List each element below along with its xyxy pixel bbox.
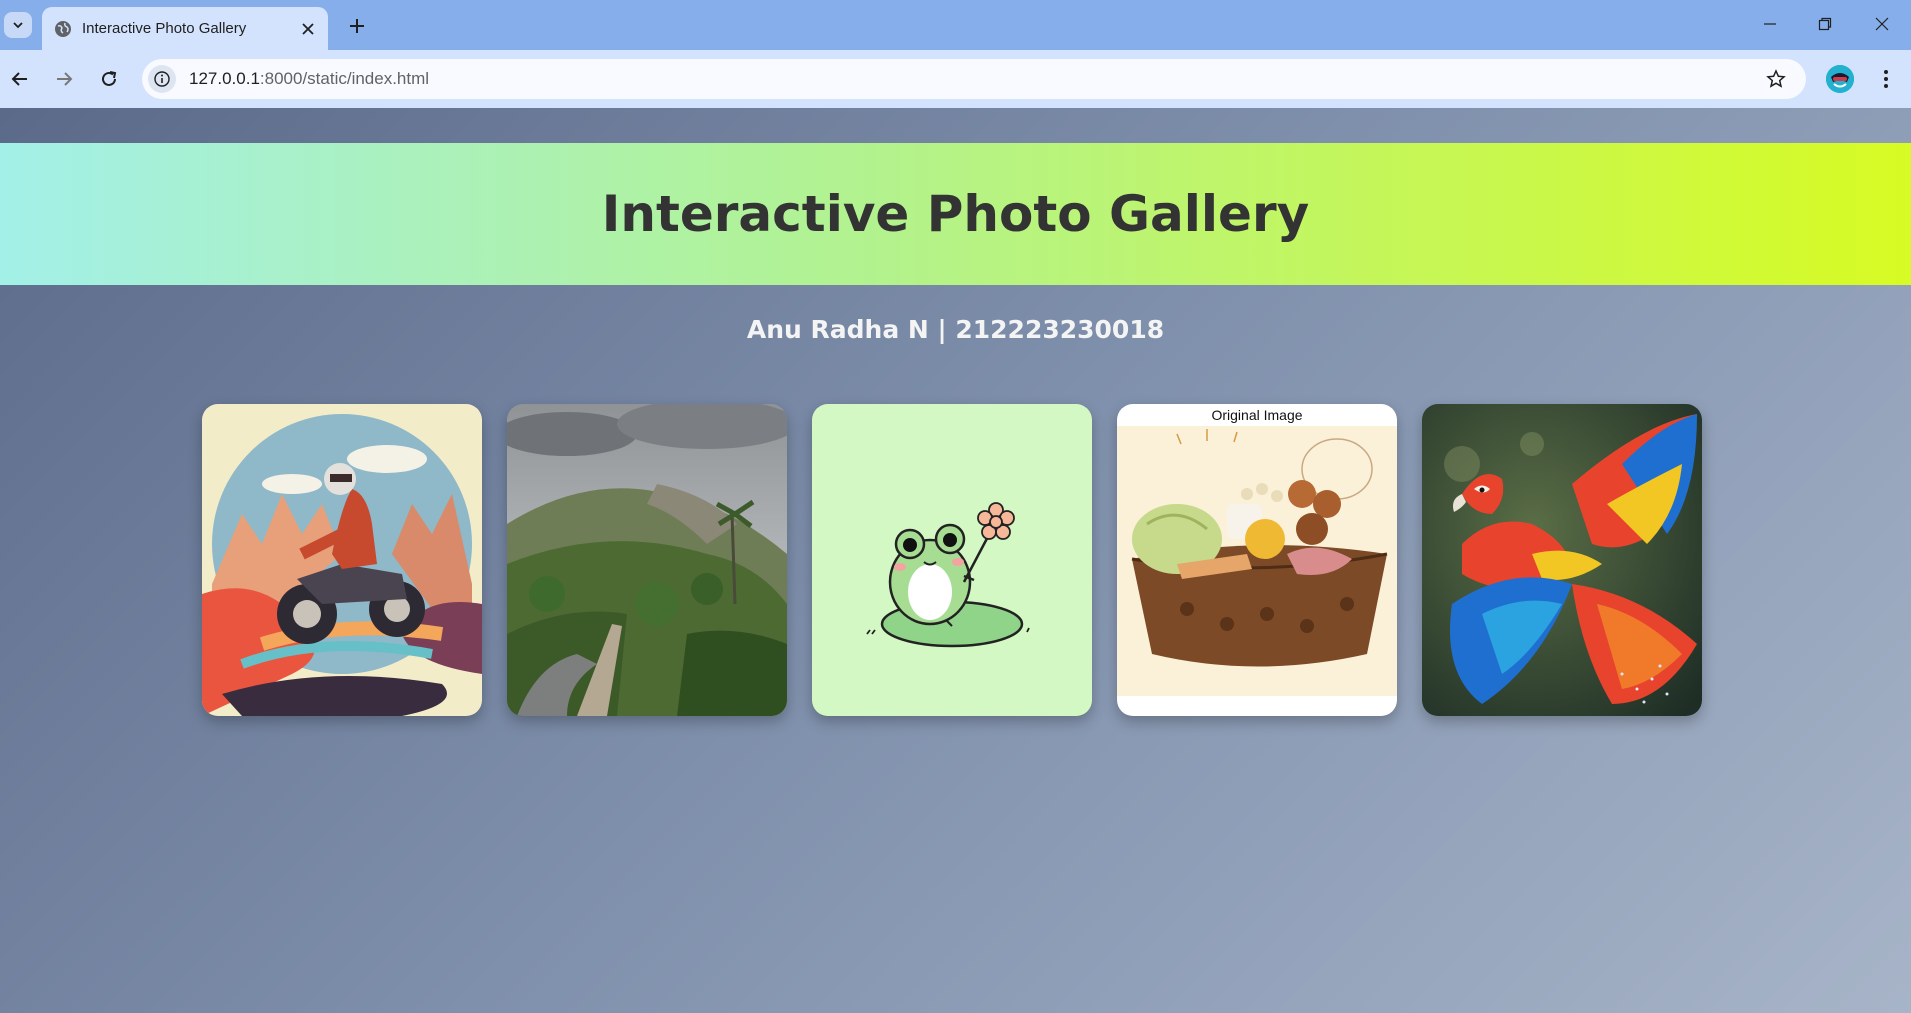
bookmark-button[interactable]: [1764, 67, 1788, 91]
gallery-item-hillside[interactable]: [507, 404, 787, 716]
plus-icon: [350, 19, 364, 33]
motorcycle-rider-image: [202, 404, 482, 716]
page-viewport: Interactive Photo Gallery Anu Radha N | …: [0, 108, 1911, 1013]
url-host: 127.0.0.1: [189, 69, 260, 88]
minimize-button[interactable]: [1755, 10, 1785, 38]
close-icon: [1875, 17, 1889, 31]
restore-button[interactable]: [1810, 10, 1840, 38]
browser-tabstrip: Interactive Photo Gallery: [0, 0, 1911, 50]
star-icon: [1766, 69, 1786, 88]
arrow-left-icon: [11, 72, 27, 86]
page-title: Interactive Photo Gallery: [601, 185, 1310, 243]
arrow-right-icon: [57, 72, 73, 86]
author-subtitle: Anu Radha N | 212223230018: [746, 315, 1165, 344]
back-button[interactable]: [6, 65, 34, 93]
gallery-item-motorcycle[interactable]: [202, 404, 482, 716]
url-text: 127.0.0.1:8000/static/index.html: [189, 69, 429, 89]
frog-with-flower-image: [812, 404, 1092, 716]
reload-icon: [102, 71, 117, 86]
tab-title: Interactive Photo Gallery: [82, 20, 247, 37]
tab-close-button[interactable]: [298, 19, 318, 39]
tab-search-button[interactable]: [4, 12, 32, 38]
browser-tab-active[interactable]: Interactive Photo Gallery: [42, 7, 328, 50]
site-info-button[interactable]: [148, 65, 176, 93]
reload-button[interactable]: [95, 65, 123, 93]
new-tab-button[interactable]: [345, 14, 369, 38]
photo-gallery: Original Image: [202, 404, 1702, 716]
header-banner: Interactive Photo Gallery: [0, 143, 1911, 285]
close-icon: [302, 23, 314, 35]
chevron-down-icon: [13, 22, 23, 29]
gallery-item-macaw[interactable]: [1422, 404, 1702, 716]
more-vertical-icon: [1884, 70, 1888, 88]
browser-toolbar: 127.0.0.1:8000/static/index.html: [0, 50, 1911, 108]
gallery-item-food[interactable]: Original Image: [1117, 404, 1397, 716]
hillside-road-image: [507, 404, 787, 716]
globe-icon: [55, 21, 71, 37]
browser-menu-button[interactable]: [1872, 65, 1900, 93]
address-bar[interactable]: 127.0.0.1:8000/static/index.html: [142, 59, 1806, 99]
restore-icon: [1818, 17, 1832, 31]
close-window-button[interactable]: [1867, 10, 1897, 38]
macaw-parrot-image: [1422, 404, 1702, 716]
image-caption: Original Image: [1211, 407, 1303, 423]
minimize-icon: [1764, 23, 1776, 25]
food-bowl-image: [1117, 426, 1397, 696]
profile-avatar[interactable]: [1826, 65, 1854, 93]
forward-button[interactable]: [50, 65, 78, 93]
url-path: :8000/static/index.html: [259, 69, 430, 88]
avatar-icon: [1826, 65, 1854, 93]
gallery-item-frog[interactable]: [812, 404, 1092, 716]
info-icon: [154, 71, 170, 87]
